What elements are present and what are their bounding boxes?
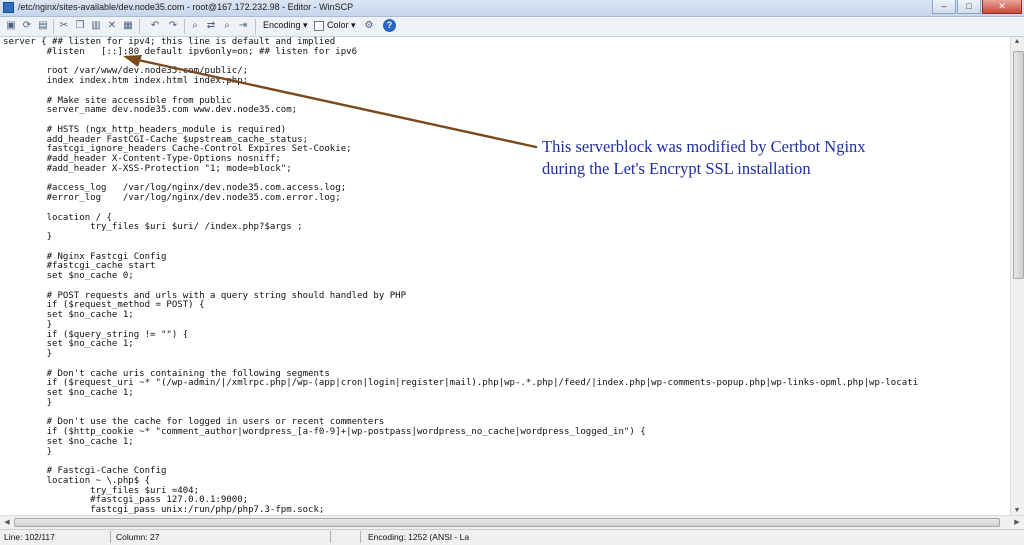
status-column: Column: 27 — [116, 532, 160, 542]
find-next-icon[interactable]: ⌕ — [220, 19, 234, 33]
copy-icon[interactable]: ❐ — [73, 19, 87, 33]
minimize-button[interactable]: – — [932, 0, 956, 14]
status-encoding: Encoding: 1252 (ANSI - La — [368, 532, 470, 542]
delete-icon[interactable]: ✕ — [105, 19, 119, 33]
color-dropdown[interactable]: Color ▾ — [327, 20, 356, 31]
redo-icon[interactable]: ↷ — [166, 19, 180, 33]
settings-gear-icon[interactable]: ⚙ — [362, 19, 376, 33]
paste-icon[interactable]: ▥ — [89, 19, 103, 33]
toolbar-separator — [255, 19, 256, 34]
annotation-note: This serverblock was modified by Certbot… — [542, 136, 962, 180]
undo-icon[interactable]: ↶ — [148, 19, 162, 33]
goto-line-icon[interactable]: ⇥ — [236, 19, 250, 33]
scroll-left-arrow-icon[interactable]: ◀ — [1, 518, 13, 526]
annotation-line-2: during the Let's Encrypt SSL installatio… — [542, 159, 811, 178]
window-title: /etc/nginx/sites-available/dev.node35.co… — [18, 2, 354, 12]
toolbar-separator — [139, 19, 140, 34]
status-separator — [330, 531, 331, 543]
status-separator — [110, 531, 111, 543]
status-separator — [360, 531, 361, 543]
maximize-button[interactable]: □ — [957, 0, 981, 14]
color-checkbox[interactable] — [314, 21, 324, 31]
save-as-icon[interactable]: ▤ — [36, 19, 50, 33]
toolbar-separator — [53, 19, 54, 34]
status-bar: Line: 102/117 Column: 27 Encoding: 1252 … — [0, 529, 1024, 545]
help-button[interactable]: ? — [383, 19, 396, 32]
annotation-line-1: This serverblock was modified by Certbot… — [542, 137, 866, 156]
horizontal-scrollbar[interactable]: ◀ ▶ — [0, 515, 1024, 529]
find-icon[interactable]: ⌕ — [188, 19, 202, 33]
text-editor[interactable]: server { ## listen for ipv4; this line i… — [0, 37, 1010, 515]
encoding-dropdown[interactable]: Encoding ▾ — [263, 20, 308, 31]
save-icon[interactable]: ▣ — [4, 19, 18, 33]
reload-icon[interactable]: ⟳ — [20, 19, 34, 33]
vertical-scroll-thumb[interactable] — [1013, 51, 1024, 279]
toolbar-separator — [184, 19, 185, 34]
scroll-up-arrow-icon[interactable]: ▲ — [1011, 38, 1023, 45]
code-content[interactable]: server { ## listen for ipv4; this line i… — [0, 37, 1010, 515]
window-controls: – □ ✕ — [931, 0, 1022, 15]
cut-icon[interactable]: ✂ — [57, 19, 71, 33]
app-icon — [3, 2, 14, 13]
vertical-scrollbar[interactable]: ▲ ▼ — [1010, 37, 1024, 515]
title-bar: /etc/nginx/sites-available/dev.node35.co… — [0, 0, 1024, 17]
select-all-icon[interactable]: ▦ — [121, 19, 135, 33]
scroll-down-arrow-icon[interactable]: ▼ — [1011, 507, 1023, 514]
horizontal-scroll-thumb[interactable] — [14, 518, 1000, 527]
toolbar: ▣ ⟳ ▤ ✂ ❐ ▥ ✕ ▦ ↶ ↷ ⌕ ⇄ ⌕ ⇥ Encoding ▾ C… — [0, 17, 1024, 37]
scroll-right-arrow-icon[interactable]: ▶ — [1011, 518, 1023, 526]
close-button[interactable]: ✕ — [982, 0, 1022, 14]
replace-icon[interactable]: ⇄ — [204, 19, 218, 33]
status-line: Line: 102/117 — [4, 532, 55, 542]
